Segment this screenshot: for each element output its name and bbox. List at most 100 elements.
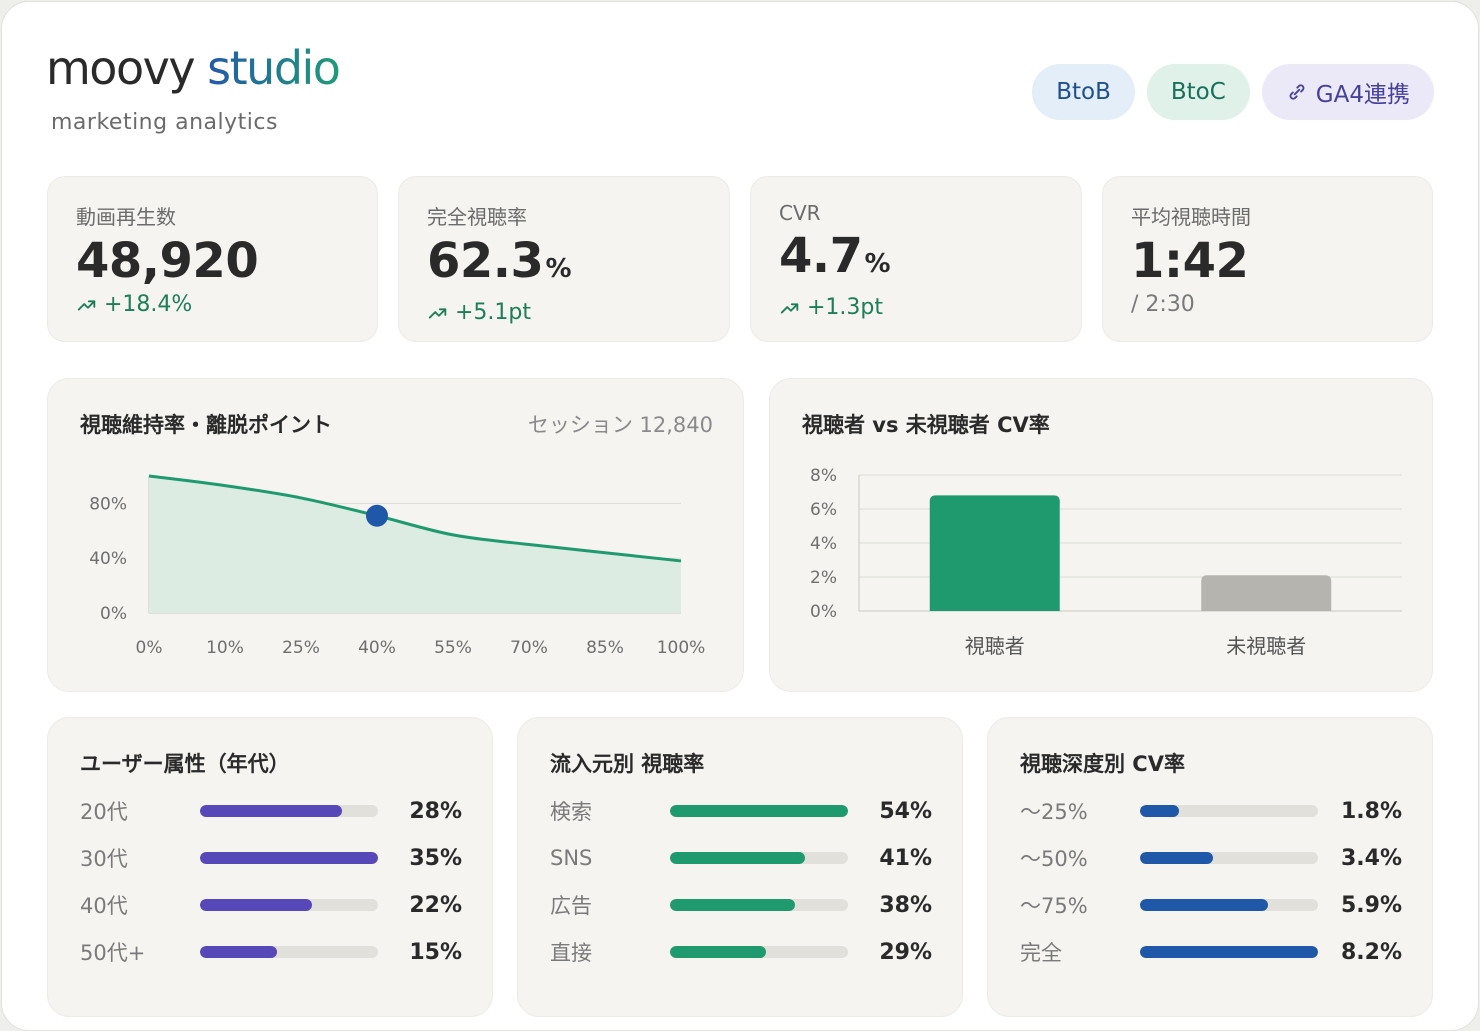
row-label: 40代 (80, 890, 200, 920)
age-row: 30代35% (80, 843, 462, 873)
row-label: 完全 (1020, 937, 1140, 967)
depth-row: 〜25%1.8% (1020, 796, 1402, 826)
row-value: 28% (409, 799, 462, 824)
y-tick-label: 80% (89, 494, 127, 514)
cv-compare-chart: 0%2%4%6%8%視聴者未視聴者 (770, 379, 1434, 693)
kpi-value: 48,920 (76, 234, 349, 288)
kpi-label: CVR (779, 201, 1053, 225)
progress-fill (200, 899, 312, 911)
y-tick-label: 2% (810, 568, 837, 588)
progress-fill (670, 805, 848, 817)
bar (930, 495, 1060, 611)
kpi-unit: % (865, 249, 891, 279)
btoc-pill[interactable]: BtoC (1147, 64, 1250, 120)
kpi-value-number: 48,920 (76, 233, 258, 289)
source-row: 検索54% (550, 796, 932, 826)
depth-title: 視聴深度別 CV率 (1020, 748, 1185, 778)
source-row: 広告 38% (550, 890, 932, 920)
kpi-card-cvr: CVR 4.7% +1.3pt (750, 176, 1082, 342)
progress-fill (200, 946, 277, 958)
kpi-delta: +5.1pt (427, 300, 701, 325)
kpi-sub: / 2:30 (1131, 292, 1404, 317)
age-row: 50代+15% (80, 937, 462, 967)
row-label: 広告 (550, 890, 670, 920)
kpi-value-number: 1:42 (1131, 233, 1248, 289)
kpi-delta-value: +18.4% (104, 292, 192, 317)
x-tick-label: 40% (358, 638, 396, 658)
brand-word-moovy: moovy (46, 41, 194, 95)
source-panel: 流入元別 視聴率 検索54%SNS41%広告38%直接29% (517, 717, 963, 1017)
progress-fill (670, 852, 805, 864)
y-tick-label: 4% (810, 534, 837, 554)
depth-row: 〜75%5.9% (1020, 890, 1402, 920)
row-value: 29% (879, 940, 932, 965)
y-tick-label: 8% (810, 466, 837, 486)
progress-fill (670, 899, 795, 911)
kpi-value: 1:42 (1131, 234, 1404, 288)
row-value: 38% (879, 893, 932, 918)
row-value: 1.8% (1341, 799, 1402, 824)
progress-fill (1140, 805, 1179, 817)
cv-compare-panel: 視聴者 vs 未視聴者 CV率 0%2%4%6%8%視聴者未視聴者 (769, 378, 1433, 692)
kpi-label: 動画再生数 (76, 201, 349, 230)
progress-track (670, 805, 848, 817)
retention-area (149, 476, 681, 613)
row-label: 直接 (550, 937, 670, 967)
progress-track (200, 805, 378, 817)
depth-panel: 視聴深度別 CV率 〜25%1.8%〜50%3.4%〜75%5.9%完全8.2% (987, 717, 1433, 1017)
retention-panel: 視聴維持率・離脱ポイント セッション 12,840 0%40%80%0%10%2… (47, 378, 744, 692)
row-value: 54% (879, 799, 932, 824)
progress-fill (1140, 946, 1318, 958)
row-label: 〜75% (1020, 890, 1140, 920)
age-panel: ユーザー属性（年代） 20代28%30代35%40代22%50代+15% (47, 717, 493, 1017)
btob-pill-label: BtoB (1056, 79, 1111, 105)
progress-fill (1140, 899, 1268, 911)
btoc-pill-label: BtoC (1171, 79, 1226, 105)
row-label: 30代 (80, 843, 200, 873)
progress-fill (200, 805, 342, 817)
kpi-label: 平均視聴時間 (1131, 201, 1404, 230)
progress-track (200, 852, 378, 864)
x-tick-label: 10% (206, 638, 244, 658)
y-tick-label: 0% (810, 602, 837, 622)
x-tick-label: 55% (434, 638, 472, 658)
kpi-value: 4.7% (779, 229, 1053, 291)
x-tick-label: 0% (136, 638, 163, 658)
progress-track (1140, 852, 1318, 864)
trend-up-icon (76, 294, 98, 316)
y-tick-label: 40% (89, 549, 127, 569)
row-value: 22% (409, 893, 462, 918)
retention-chart: 0%40%80%0%10%25%40%55%70%85%100% (48, 379, 745, 693)
y-tick-label: 6% (810, 500, 837, 520)
category-label: 未視聴者 (1226, 634, 1306, 658)
ga4-link-pill[interactable]: GA4連携 (1262, 64, 1434, 120)
btob-pill[interactable]: BtoB (1032, 64, 1135, 120)
progress-track (1140, 946, 1318, 958)
kpi-unit: % (545, 254, 571, 284)
row-label: SNS (550, 846, 670, 870)
kpi-value: 62.3% (427, 234, 701, 296)
progress-fill (1140, 852, 1213, 864)
kpi-delta: +18.4% (76, 292, 349, 317)
kpi-delta-value: +5.1pt (455, 300, 531, 325)
age-row: 40代 22% (80, 890, 462, 920)
link-icon (1286, 81, 1308, 103)
row-value: 41% (879, 846, 932, 871)
trend-up-icon (427, 302, 449, 324)
progress-track (670, 899, 848, 911)
kpi-label: 完全視聴率 (427, 201, 701, 230)
kpi-card-plays: 動画再生数 48,920 +18.4% (47, 176, 378, 342)
progress-track (670, 852, 848, 864)
row-label: 〜50% (1020, 843, 1140, 873)
kpi-card-completion: 完全視聴率 62.3% +5.1pt (398, 176, 730, 342)
progress-fill (670, 946, 766, 958)
brand-tagline: marketing analytics (51, 110, 278, 135)
segment-pills: BtoB BtoC GA4連携 (1032, 64, 1434, 120)
trend-up-icon (779, 297, 801, 319)
x-tick-label: 100% (657, 638, 706, 658)
progress-track (1140, 805, 1318, 817)
progress-track (200, 946, 378, 958)
row-value: 3.4% (1341, 846, 1402, 871)
kpi-value-number: 4.7 (779, 228, 863, 284)
x-tick-label: 25% (282, 638, 320, 658)
